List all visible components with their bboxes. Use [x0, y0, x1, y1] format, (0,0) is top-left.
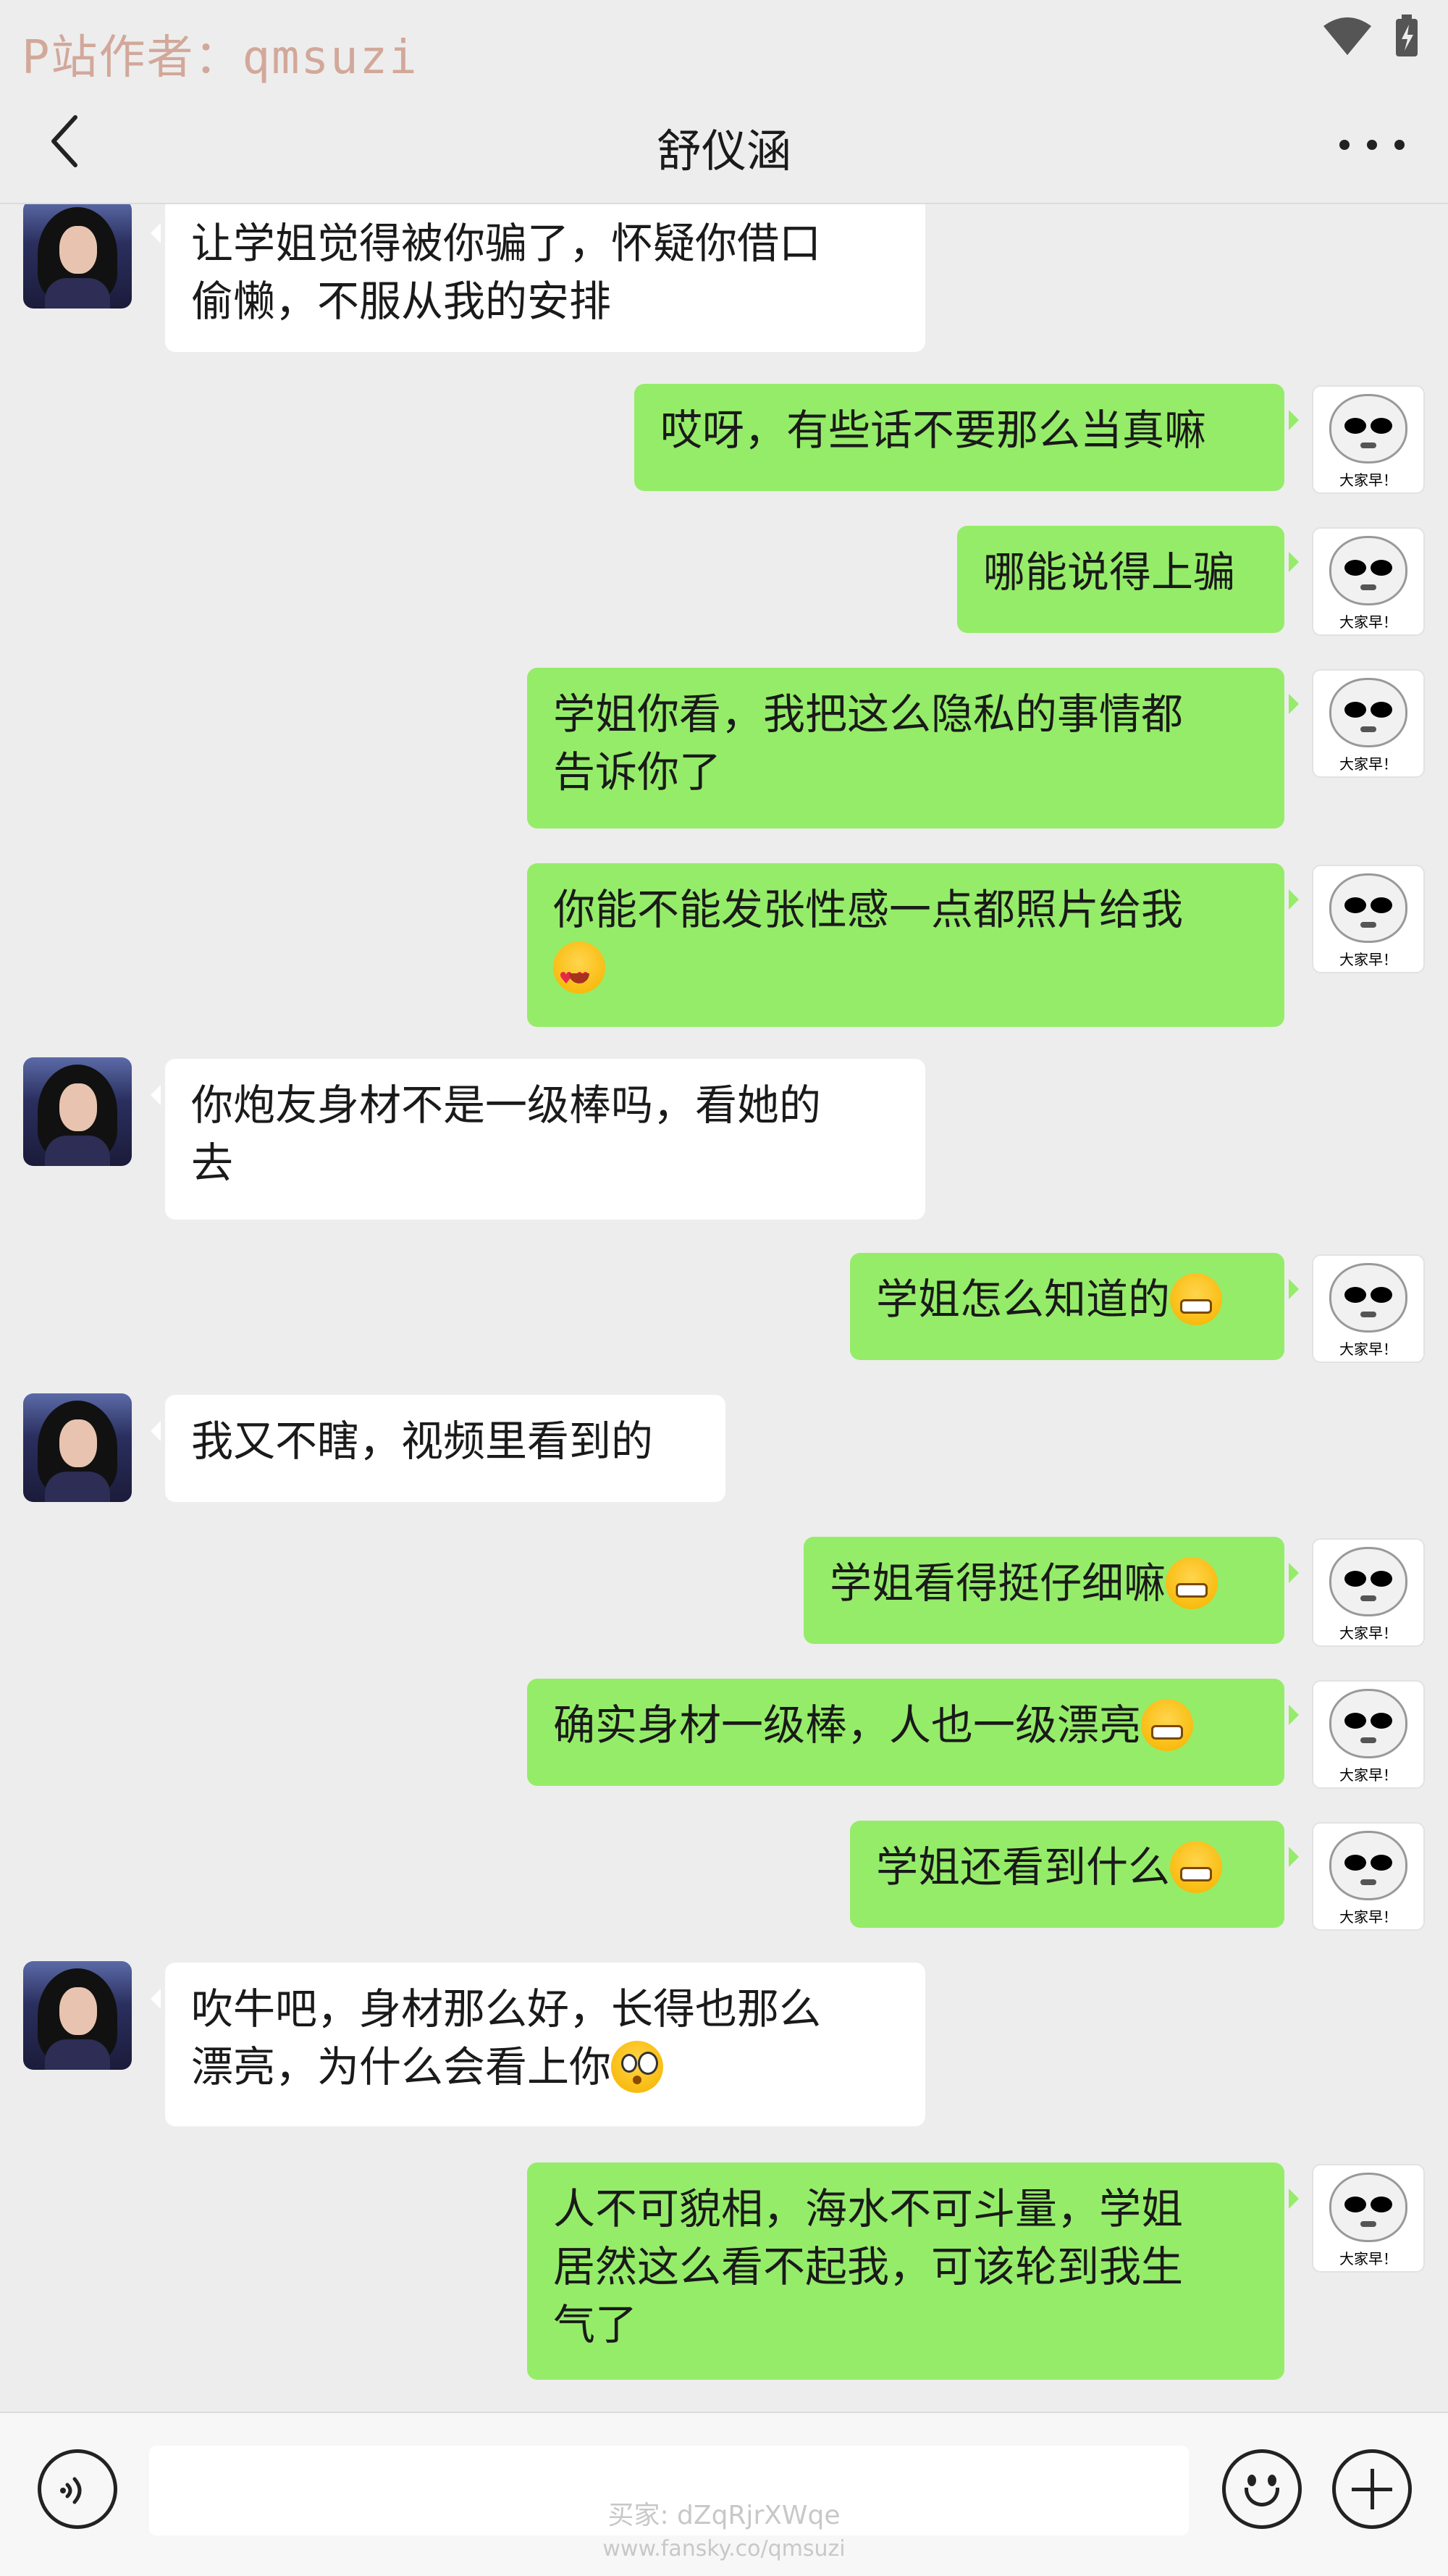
message-bubble-sent[interactable]: 哪能说得上骗 — [957, 526, 1299, 633]
message-bubble-received[interactable]: 吹牛吧，身材那么好，长得也那么 漂亮，为什么会看上你 — [151, 1963, 925, 2126]
message-bubble-sent[interactable]: 人不可貌相，海水不可斗量，学姐 居然这么看不起我，可该轮到我生 气了 — [527, 2162, 1299, 2380]
chat-header: 舒仪涵 — [0, 87, 1448, 204]
smiley-icon — [1247, 2475, 1256, 2486]
input-bar: 买家: dZqRjrXWqe www.fansky.co/qmsuzi — [0, 2412, 1448, 2576]
heart-eyes-emoji-icon — [553, 941, 605, 1008]
emoji-button[interactable] — [1222, 2449, 1302, 2529]
message-bubble-sent[interactable]: 学姐怎么知道的 — [850, 1253, 1299, 1360]
grin-emoji-icon — [1170, 1272, 1223, 1325]
user-avatar[interactable]: 大家早！ — [1312, 1538, 1425, 1647]
url-watermark: www.fansky.co/qmsuzi — [602, 2536, 846, 2562]
grin-emoji-icon — [1170, 1840, 1223, 1893]
battery-icon — [1394, 14, 1419, 58]
voice-icon — [60, 2477, 82, 2504]
message-list[interactable]: 让学姐觉得被你骗了，怀疑你借口 偷懒，不服从我的安排 哎呀，有些话不要那么当真嘛… — [0, 204, 1448, 2412]
message-bubble-received[interactable]: 你炮友身材不是一级棒吗，看她的 去 — [151, 1059, 925, 1220]
user-avatar[interactable]: 大家早！ — [1312, 2164, 1425, 2273]
plus-button[interactable] — [1332, 2449, 1412, 2529]
contact-avatar[interactable] — [23, 1057, 132, 1166]
user-avatar[interactable]: 大家早！ — [1312, 385, 1425, 494]
chat-title: 舒仪涵 — [656, 125, 791, 177]
user-avatar[interactable]: 大家早！ — [1312, 669, 1425, 778]
user-avatar[interactable]: 大家早！ — [1312, 1254, 1425, 1363]
more-button[interactable] — [1339, 116, 1405, 174]
message-bubble-received[interactable]: 让学姐觉得被你骗了，怀疑你借口 偷懒，不服从我的安排 — [151, 204, 925, 352]
watermark-text: P站作者：qmsuzi — [22, 31, 418, 85]
message-bubble-sent[interactable]: 你能不能发张性感一点都照片给我 — [527, 863, 1299, 1027]
grin-emoji-icon — [1166, 1556, 1218, 1609]
message-bubble-sent[interactable]: 学姐你看，我把这么隐私的事情都 告诉你了 — [527, 668, 1299, 828]
message-bubble-received[interactable]: 我又不瞎，视频里看到的 — [151, 1395, 725, 1502]
message-bubble-sent[interactable]: 哎呀，有些话不要那么当真嘛 — [634, 384, 1299, 491]
flushed-emoji-icon — [611, 2040, 664, 2093]
message-input[interactable] — [149, 2446, 1189, 2535]
status-bar: P站作者：qmsuzi — [0, 0, 1448, 87]
wifi-icon — [1322, 16, 1373, 56]
user-avatar[interactable]: 大家早！ — [1312, 1680, 1425, 1789]
user-avatar[interactable]: 大家早！ — [1312, 1822, 1425, 1931]
message-bubble-sent[interactable]: 学姐看得挺仔细嘛 — [804, 1537, 1299, 1644]
grin-emoji-icon — [1141, 1698, 1194, 1751]
user-avatar[interactable]: 大家早！ — [1312, 527, 1425, 636]
voice-button[interactable] — [38, 2449, 117, 2529]
status-icons — [1322, 14, 1419, 58]
contact-avatar[interactable] — [23, 1961, 132, 2070]
more-icon — [1339, 140, 1350, 150]
contact-avatar[interactable] — [23, 204, 132, 309]
message-bubble-sent[interactable]: 学姐还看到什么 — [850, 1821, 1299, 1928]
message-bubble-sent[interactable]: 确实身材一级棒，人也一级漂亮 — [527, 1679, 1299, 1786]
contact-avatar[interactable] — [23, 1393, 132, 1502]
user-avatar[interactable]: 大家早！ — [1312, 865, 1425, 973]
